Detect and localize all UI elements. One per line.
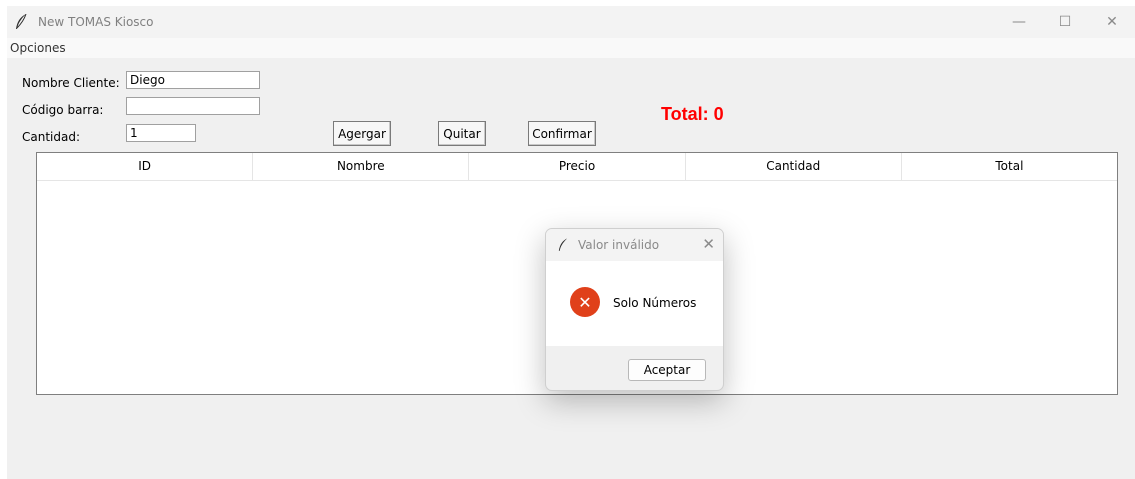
codigo-input[interactable] <box>126 97 260 115</box>
column-header-id[interactable]: ID <box>37 153 254 180</box>
column-header-total[interactable]: Total <box>902 153 1117 180</box>
agregar-button[interactable]: Agergar <box>333 121 391 146</box>
dialog-close-button[interactable]: ✕ <box>702 235 715 253</box>
title-bar: New TOMAS Kiosco — ☐ ✕ <box>7 6 1135 38</box>
column-header-cantidad[interactable]: Cantidad <box>686 153 902 180</box>
menu-opciones[interactable]: Opciones <box>10 41 66 55</box>
total-label: Total: 0 <box>661 104 724 124</box>
cantidad-input[interactable]: 1 <box>126 124 196 142</box>
dialog-title-bar: Valor inválido ✕ <box>546 229 723 261</box>
table-header: ID Nombre Precio Cantidad Total <box>37 153 1117 181</box>
minimize-button[interactable]: — <box>996 6 1042 38</box>
cliente-input[interactable]: Diego <box>126 71 260 89</box>
cantidad-label: Cantidad: <box>22 130 81 144</box>
dialog-message: Solo Números <box>613 296 697 310</box>
error-dialog: Valor inválido ✕ ✕ Solo Números Aceptar <box>545 228 724 391</box>
quitar-button[interactable]: Quitar <box>438 121 486 146</box>
confirmar-button[interactable]: Confirmar <box>528 121 596 146</box>
dialog-body: ✕ Solo Números <box>546 261 723 346</box>
error-icon: ✕ <box>570 287 600 317</box>
aceptar-button[interactable]: Aceptar <box>628 359 706 381</box>
menu-bar: Opciones <box>7 38 1135 58</box>
codigo-label: Código barra: <box>22 103 104 117</box>
close-button[interactable]: ✕ <box>1089 6 1135 38</box>
column-header-precio[interactable]: Precio <box>469 153 686 180</box>
feather-icon <box>16 14 27 29</box>
maximize-button[interactable]: ☐ <box>1042 6 1088 38</box>
column-header-nombre[interactable]: Nombre <box>253 153 470 180</box>
cliente-label: Nombre Cliente: <box>22 76 120 90</box>
feather-icon <box>558 238 568 251</box>
dialog-title: Valor inválido <box>578 238 660 252</box>
window-title: New TOMAS Kiosco <box>38 15 154 29</box>
